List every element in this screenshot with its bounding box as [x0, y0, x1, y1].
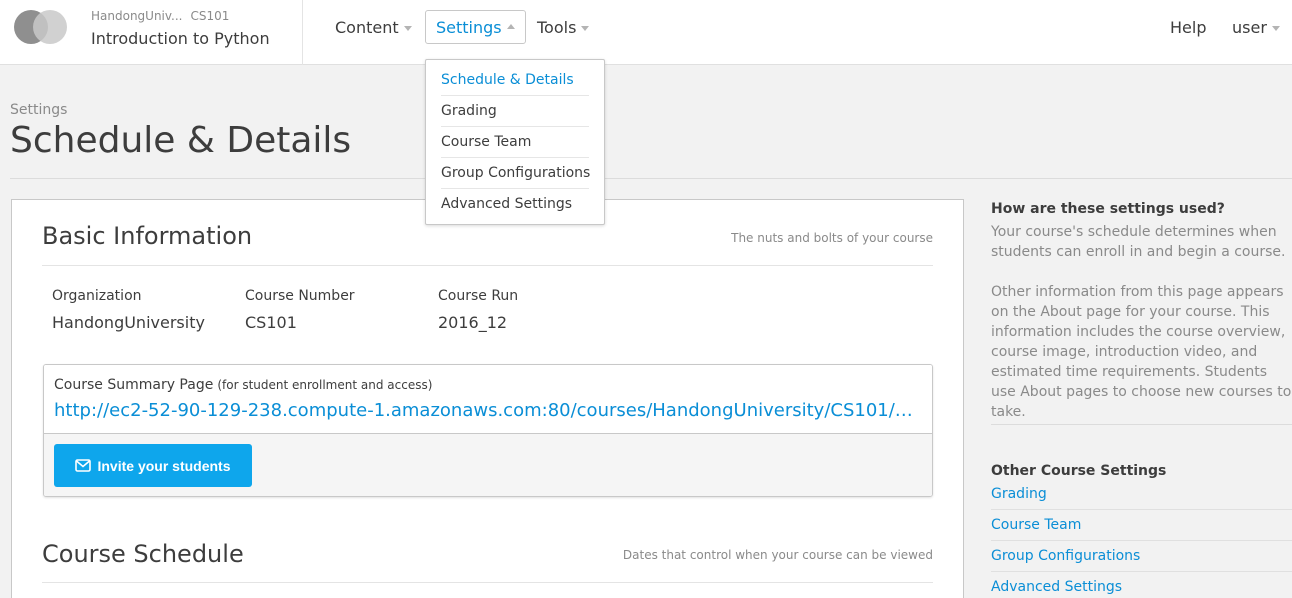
title-divider: [10, 178, 1292, 179]
nav-tools[interactable]: Tools: [527, 10, 599, 44]
top-header: HandongUniv... CS101 Introduction to Pyth…: [0, 0, 1292, 65]
logo-icon[interactable]: [14, 9, 68, 45]
nav-user-label: user: [1232, 17, 1267, 37]
field-label: Organization: [52, 288, 142, 304]
course-org: HandongUniv...: [91, 9, 183, 23]
nav-tools-label: Tools: [537, 17, 577, 37]
envelope-icon: [75, 459, 92, 472]
caret-down-icon: [581, 25, 590, 31]
other-settings-list: Grading Course Team Group Configurations…: [991, 479, 1292, 598]
breadcrumb: Settings: [10, 102, 68, 118]
basic-information-title: Basic Information: [42, 222, 253, 250]
menu-item-schedule-details[interactable]: Schedule & Details: [441, 65, 589, 96]
caret-up-icon: [506, 23, 515, 29]
course-summary-actions: Invite your students: [44, 434, 932, 496]
nav-content-label: Content: [335, 17, 399, 37]
menu-item-course-team[interactable]: Course Team: [441, 127, 589, 158]
field-course-number: Course Number CS101: [245, 288, 355, 332]
sidebar-paragraph: Your course's schedule determines when s…: [991, 224, 1286, 260]
nav-help-label: Help: [1170, 17, 1207, 37]
course-summary-title: Course Summary Page: [54, 377, 214, 393]
sidebar-link-course-team[interactable]: Course Team: [991, 510, 1292, 541]
menu-item-group-configurations[interactable]: Group Configurations: [441, 158, 590, 189]
course-schedule-title: Course Schedule: [42, 540, 244, 568]
course-summary-link[interactable]: http://ec2-52-90-129-238.compute-1.amazo…: [54, 400, 922, 421]
field-value: CS101: [245, 313, 297, 332]
header-divider: [302, 0, 303, 65]
page-title: Schedule & Details: [10, 120, 352, 161]
nav-content[interactable]: Content: [325, 10, 422, 44]
caret-down-icon: [1271, 25, 1280, 31]
field-label: Course Run: [438, 288, 519, 304]
course-summary-note: (for student enrollment and access): [217, 378, 433, 392]
caret-down-icon: [403, 25, 412, 31]
help-sidebar: How are these settings used? Your course…: [991, 199, 1292, 598]
field-value: 2016_12: [438, 313, 508, 332]
basic-information-card: Basic Information The nuts and bolts of …: [11, 199, 964, 598]
menu-item-grading[interactable]: Grading: [441, 96, 589, 127]
course-summary-box: Course Summary Page (for student enrollme…: [43, 364, 933, 497]
sidebar-paragraph: Other information from this page appears…: [991, 284, 1292, 420]
invite-students-button[interactable]: Invite your students: [54, 444, 252, 487]
sidebar-link-group-configurations[interactable]: Group Configurations: [991, 541, 1292, 572]
sidebar-link-advanced-settings[interactable]: Advanced Settings: [991, 572, 1292, 598]
course-info[interactable]: HandongUniv... CS101 Introduction to Pyth…: [91, 9, 270, 48]
course-schedule-subtitle: Dates that control when your course can …: [622, 548, 933, 562]
nav-user[interactable]: user: [1222, 10, 1290, 44]
course-number: CS101: [190, 9, 230, 23]
field-organization: Organization HandongUniversity: [52, 288, 205, 332]
nav-settings-label: Settings: [436, 17, 502, 37]
settings-dropdown: Schedule & Details Grading Course Team G…: [425, 59, 605, 225]
nav-settings[interactable]: Settings: [425, 10, 526, 44]
invite-students-label: Invite your students: [97, 457, 231, 474]
sidebar-link-grading[interactable]: Grading: [991, 479, 1292, 510]
field-course-run: Course Run 2016_12: [438, 288, 518, 332]
sidebar-heading: How are these settings used?: [991, 201, 1225, 217]
menu-item-advanced-settings[interactable]: Advanced Settings: [441, 189, 589, 220]
sidebar-divider: [991, 424, 1292, 425]
section-divider: [42, 265, 933, 266]
course-summary-label: Course Summary Page (for student enrollme…: [54, 377, 432, 393]
course-org-line: HandongUniv... CS101: [91, 9, 270, 23]
nav-help[interactable]: Help: [1160, 10, 1216, 44]
section-divider: [42, 582, 933, 583]
course-summary-top: Course Summary Page (for student enrollme…: [44, 365, 932, 434]
basic-information-subtitle: The nuts and bolts of your course: [731, 231, 933, 245]
field-label: Course Number: [245, 288, 355, 304]
field-value: HandongUniversity: [52, 313, 205, 332]
other-settings-heading: Other Course Settings: [991, 463, 1167, 479]
course-title: Introduction to Python: [91, 29, 270, 48]
